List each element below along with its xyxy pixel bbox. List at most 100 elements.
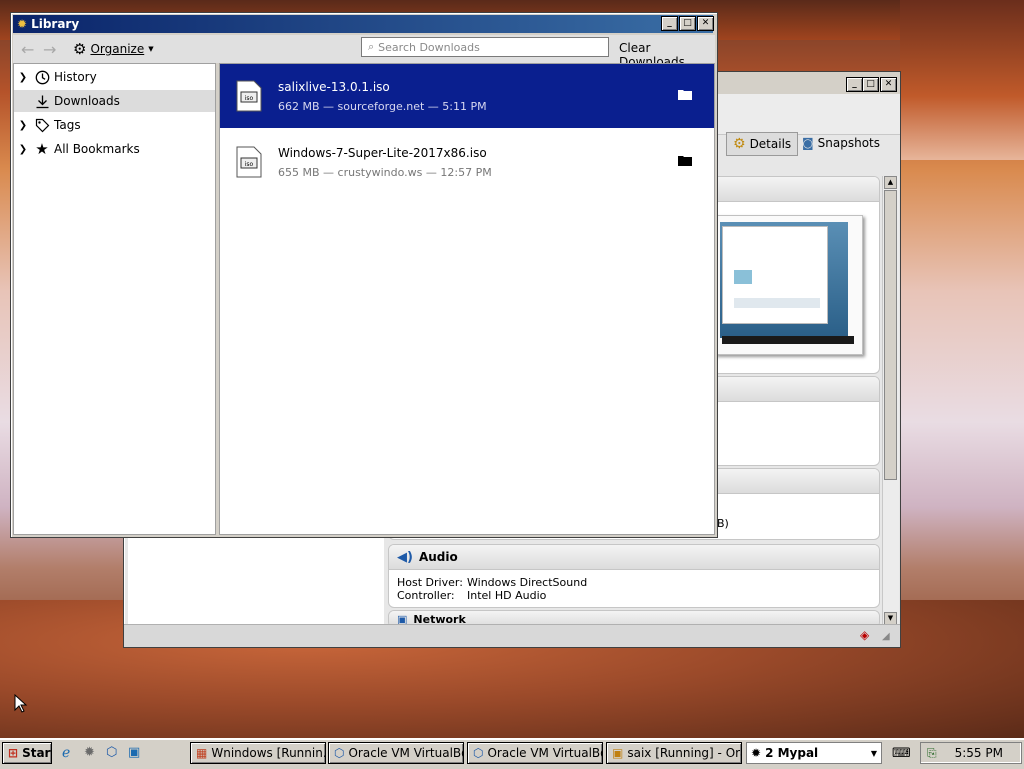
dropdown-arrow-icon: ▼ — [148, 45, 154, 53]
vm-preview-thumbnail — [715, 215, 863, 355]
search-placeholder: Search Downloads — [378, 40, 480, 54]
snapshots-label: Snapshots — [817, 136, 881, 150]
taskbar-task-button[interactable]: ▦ Wnindows [Runnin... — [190, 742, 326, 764]
search-field[interactable]: ⌕ Search Downloads — [361, 37, 609, 57]
virtualbox-quicklaunch-icon[interactable]: ⬡ — [106, 745, 122, 761]
tag-icon — [32, 118, 52, 133]
expand-chevron-icon[interactable]: ❯ — [14, 72, 32, 83]
sidebar-item-label: All Bookmarks — [54, 142, 140, 156]
downloads-list[interactable]: iso salixlive-13.0.1.iso 662 MB — source… — [219, 63, 715, 535]
audio-title: Audio — [418, 550, 458, 564]
start-label: Start — [22, 746, 51, 760]
taskbar-task-button[interactable]: ▣ saix [Running] - Ora... — [606, 742, 742, 764]
scroll-thumb[interactable] — [884, 190, 897, 480]
audio-key: Host Driver: — [397, 576, 463, 589]
mypal-quicklaunch-icon[interactable]: ✹ — [84, 745, 100, 761]
audio-panel: ◀) Audio Host Driver: Windows DirectSoun… — [388, 544, 880, 608]
task-label: saix [Running] - Ora... — [627, 746, 741, 760]
sidebar-item-label: Tags — [54, 118, 81, 132]
show-desktop-icon[interactable]: ▣ — [128, 745, 144, 761]
sidebar-item-all-bookmarks[interactable]: ❯ ★ All Bookmarks — [14, 138, 215, 160]
gear-icon: ⚙ — [73, 40, 87, 58]
svg-text:iso: iso — [245, 161, 254, 168]
keyboard-icon[interactable]: ⌨ — [892, 746, 911, 761]
snapshots-button[interactable]: ◙ Snapshots — [796, 132, 886, 154]
maximize-button[interactable]: □ — [862, 77, 879, 92]
expand-chevron-icon[interactable]: ❯ — [14, 144, 32, 155]
library-titlebar[interactable]: ✹ Library — [13, 15, 713, 33]
close-button[interactable]: ✕ — [697, 16, 714, 31]
download-icon — [32, 94, 52, 109]
minimize-button[interactable]: _ — [661, 16, 678, 31]
iso-file-icon: iso — [236, 80, 262, 112]
download-meta: 662 MB — sourceforge.net — 5:11 PM — [278, 100, 487, 113]
organize-button[interactable]: ⚙ Organize ▼ — [73, 40, 154, 58]
star-icon: ★ — [35, 140, 49, 158]
taskbar-task-button[interactable]: ⬡ Oracle VM VirtualBo... — [467, 742, 603, 764]
audio-row: Host Driver: Windows DirectSound — [389, 576, 879, 589]
audio-value: Intel HD Audio — [467, 589, 547, 602]
internet-explorer-icon[interactable]: ℯ — [62, 745, 78, 761]
iso-file-icon: iso — [236, 146, 262, 178]
download-filename: salixlive-13.0.1.iso — [278, 80, 390, 94]
details-button[interactable]: ⚙ Details — [726, 132, 799, 156]
details-label: Details — [749, 137, 792, 151]
network-status-icon[interactable]: ◈ — [860, 628, 869, 642]
maximize-button[interactable]: □ — [679, 16, 696, 31]
clock-display[interactable]: 5:55 PM — [955, 746, 1003, 760]
expand-chevron-icon[interactable]: ❯ — [14, 120, 32, 131]
sidebar-item-tags[interactable]: ❯ Tags — [14, 114, 215, 136]
organize-label: Organize — [90, 42, 145, 56]
sidebar-item-label: Downloads — [54, 94, 120, 108]
sidebar-item-history[interactable]: ❯ History — [14, 66, 215, 88]
camera-icon: ◙ — [802, 136, 814, 150]
virtualbox-icon: ⬡ — [473, 746, 484, 760]
back-arrow-icon[interactable]: ← — [21, 40, 34, 59]
library-title: Library — [31, 17, 80, 31]
taskbar: ⊞ Start ℯ ✹ ⬡ ▣ ▦ Wnindows [Runnin... ⬡ … — [0, 738, 1024, 769]
language-toolbar-dropdown[interactable]: ✹ 2 Mypal ▼ — [746, 742, 882, 764]
audio-key: Controller: — [397, 589, 455, 602]
library-window[interactable]: ✹ Library _ □ ✕ ← → ⚙ Organize ▼ ⌕ Searc… — [10, 12, 718, 538]
task-label: Oracle VM VirtualBo... — [487, 746, 602, 760]
library-toolbar: ← → ⚙ Organize ▼ ⌕ Search Downloads Clea… — [13, 35, 715, 69]
vbox-statusbar: ◈ ◢ — [124, 624, 900, 647]
virtualbox-icon: ⬡ — [334, 746, 345, 760]
search-icon: ⌕ — [368, 40, 375, 53]
system-tray: ⎘ 5:55 PM — [920, 742, 1022, 764]
vm-running-icon: ▣ — [612, 746, 624, 760]
mypal-logo-icon: ✹ — [17, 17, 28, 31]
details-scrollbar[interactable]: ▲ ▼ — [882, 176, 899, 626]
resize-grip-icon[interactable]: ◢ — [882, 631, 890, 642]
mouse-cursor-icon — [14, 694, 28, 713]
open-folder-icon[interactable] — [678, 154, 692, 166]
sidebar-item-label: History — [54, 70, 97, 84]
task-label: Oracle VM VirtualBo... — [348, 746, 463, 760]
dropdown-arrow-icon: ▼ — [870, 748, 877, 758]
audio-header: ◀) Audio — [389, 545, 879, 570]
minimize-button[interactable]: _ — [846, 77, 863, 92]
storage-clipped-text: B) — [717, 517, 729, 530]
forward-arrow-icon[interactable]: → — [43, 40, 56, 59]
lang-label: 2 Mypal — [765, 746, 819, 760]
download-item[interactable]: iso salixlive-13.0.1.iso 662 MB — source… — [220, 64, 714, 128]
audio-value: Windows DirectSound — [467, 576, 588, 589]
scroll-up-button[interactable]: ▲ — [884, 176, 897, 189]
task-label: Wnindows [Runnin... — [211, 746, 326, 760]
windows-logo-icon: ⊞ — [8, 746, 19, 760]
speaker-icon: ◀) — [397, 549, 413, 565]
audio-row: Controller: Intel HD Audio — [389, 589, 879, 602]
download-item[interactable]: iso Windows-7-Super-Lite-2017x86.iso 655… — [220, 130, 714, 194]
taskbar-task-button[interactable]: ⬡ Oracle VM VirtualBo... — [328, 742, 464, 764]
start-button[interactable]: ⊞ Start — [2, 742, 52, 764]
open-folder-icon[interactable] — [678, 88, 692, 100]
library-sidebar[interactable]: ❯ History Downloads ❯ Tags ❯ ★ All Bookm… — [13, 63, 216, 535]
close-button[interactable]: ✕ — [880, 77, 897, 92]
network-tray-icon[interactable]: ⎘ — [927, 746, 937, 761]
mypal-tray-icon: ✹ — [751, 746, 762, 760]
svg-text:iso: iso — [245, 95, 254, 102]
sidebar-item-downloads[interactable]: Downloads — [14, 90, 215, 112]
desktop-cliff — [900, 0, 1024, 160]
download-meta: 655 MB — crustywindo.ws — 12:57 PM — [278, 166, 492, 179]
window-app-icon: ▦ — [196, 746, 208, 760]
